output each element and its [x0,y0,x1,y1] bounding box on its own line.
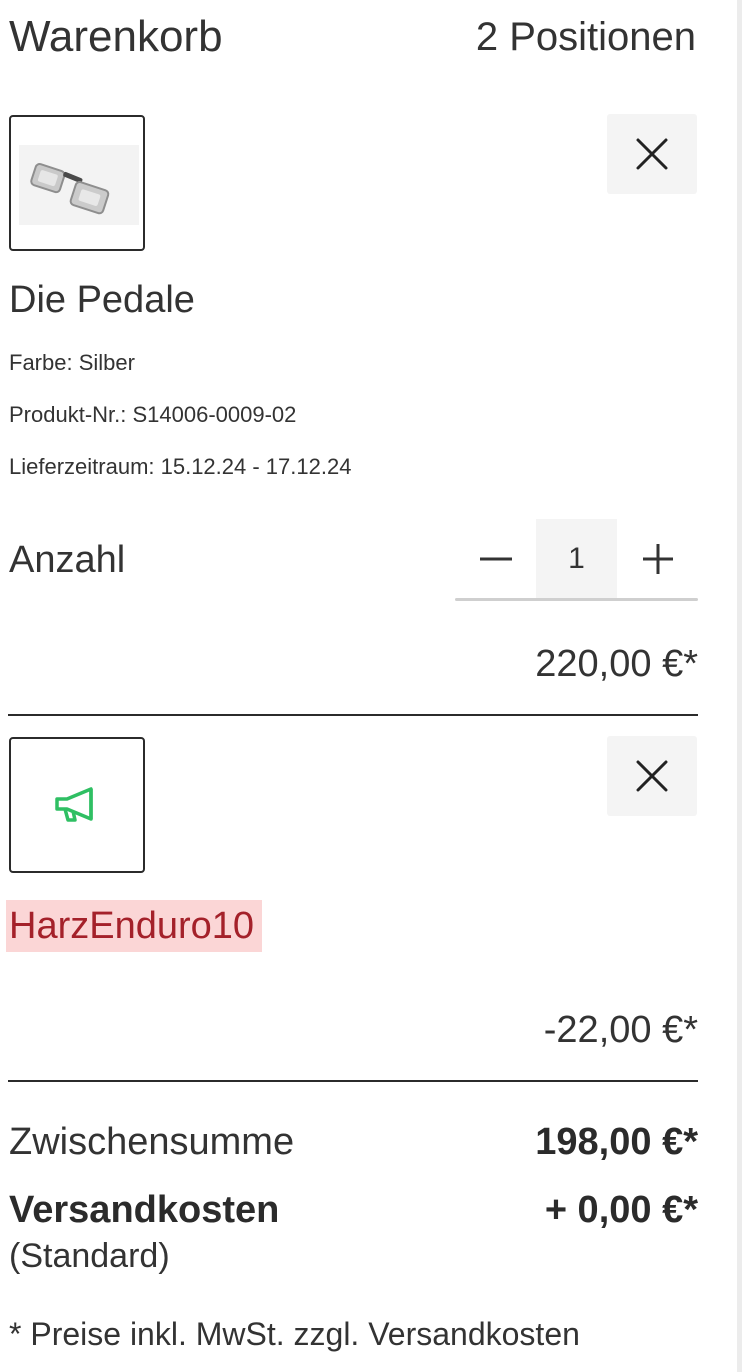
coupon-discount: -22,00 €* [543,1009,698,1051]
minus-icon [479,557,512,560]
close-icon [636,760,668,792]
product-color: Farbe: Silber [9,350,135,375]
price-footnote: * Preise inkl. MwSt. zzgl. Versandkosten [9,1316,580,1352]
item-divider [8,714,698,716]
quantity-value[interactable]: 1 [536,519,617,598]
product-thumbnail[interactable] [9,115,145,251]
megaphone-icon [55,787,93,822]
increase-quantity-button[interactable] [617,519,698,598]
shipping-method: (Standard) [9,1237,170,1275]
coupon-code: HarzEnduro10 [6,900,263,952]
product-name[interactable]: Die Pedale [9,276,195,324]
page-title: Warenkorb [9,12,223,61]
item-price: 220,00 €* [535,643,698,685]
close-icon [636,138,668,170]
quantity-stepper: 1 [455,519,698,601]
cart-item-count: 2 Positionen [475,15,696,59]
subtotal-value: 198,00 €* [535,1121,698,1163]
plus-icon [642,543,673,574]
summary-divider [8,1080,698,1082]
shipping-value: + 0,00 €* [544,1189,698,1231]
remove-coupon-button[interactable] [607,736,697,816]
pedals-product-image [19,145,139,225]
delivery-period: Lieferzeitraum: 15.12.24 - 17.12.24 [9,454,352,479]
product-number: Produkt-Nr.: S14006-0009-02 [9,402,297,427]
subtotal-label: Zwischensumme [9,1121,295,1163]
decrease-quantity-button[interactable] [455,519,536,598]
quantity-label: Anzahl [9,539,126,581]
coupon-thumbnail [9,737,145,873]
quantity-underline [455,598,698,601]
shipping-label: Versandkosten [9,1189,280,1231]
remove-item-button[interactable] [607,114,697,194]
scrollbar[interactable] [737,0,742,1372]
